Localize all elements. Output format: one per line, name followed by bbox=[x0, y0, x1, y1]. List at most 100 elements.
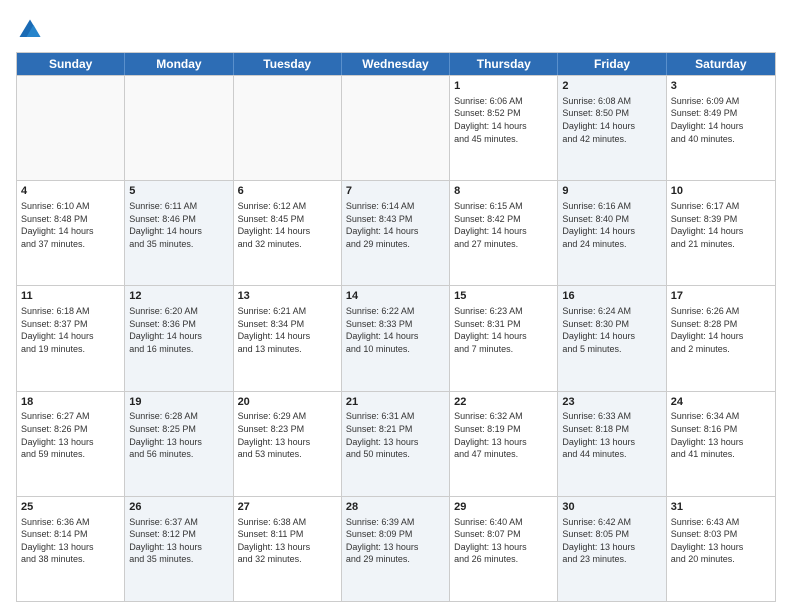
calendar-row-1: 4Sunrise: 6:10 AM Sunset: 8:48 PM Daylig… bbox=[17, 180, 775, 285]
cell-info-7: Sunrise: 6:14 AM Sunset: 8:43 PM Dayligh… bbox=[346, 200, 445, 250]
calendar-cell-26: 26Sunrise: 6:37 AM Sunset: 8:12 PM Dayli… bbox=[125, 497, 233, 601]
day-number-28: 28 bbox=[346, 500, 445, 515]
calendar-cell-23: 23Sunrise: 6:33 AM Sunset: 8:18 PM Dayli… bbox=[558, 392, 666, 496]
calendar-cell-9: 9Sunrise: 6:16 AM Sunset: 8:40 PM Daylig… bbox=[558, 181, 666, 285]
cell-info-28: Sunrise: 6:39 AM Sunset: 8:09 PM Dayligh… bbox=[346, 516, 445, 566]
day-number-15: 15 bbox=[454, 289, 553, 304]
day-number-24: 24 bbox=[671, 395, 771, 410]
calendar-cell-empty-0-3 bbox=[342, 76, 450, 180]
calendar-header: SundayMondayTuesdayWednesdayThursdayFrid… bbox=[17, 53, 775, 75]
calendar-cell-15: 15Sunrise: 6:23 AM Sunset: 8:31 PM Dayli… bbox=[450, 286, 558, 390]
cell-info-20: Sunrise: 6:29 AM Sunset: 8:23 PM Dayligh… bbox=[238, 410, 337, 460]
calendar-cell-2: 2Sunrise: 6:08 AM Sunset: 8:50 PM Daylig… bbox=[558, 76, 666, 180]
calendar-cell-empty-0-2 bbox=[234, 76, 342, 180]
cell-info-12: Sunrise: 6:20 AM Sunset: 8:36 PM Dayligh… bbox=[129, 305, 228, 355]
cell-info-8: Sunrise: 6:15 AM Sunset: 8:42 PM Dayligh… bbox=[454, 200, 553, 250]
cell-info-16: Sunrise: 6:24 AM Sunset: 8:30 PM Dayligh… bbox=[562, 305, 661, 355]
day-number-21: 21 bbox=[346, 395, 445, 410]
calendar-cell-4: 4Sunrise: 6:10 AM Sunset: 8:48 PM Daylig… bbox=[17, 181, 125, 285]
cell-info-27: Sunrise: 6:38 AM Sunset: 8:11 PM Dayligh… bbox=[238, 516, 337, 566]
day-number-3: 3 bbox=[671, 79, 771, 94]
day-number-14: 14 bbox=[346, 289, 445, 304]
logo-icon bbox=[16, 16, 44, 44]
calendar-cell-3: 3Sunrise: 6:09 AM Sunset: 8:49 PM Daylig… bbox=[667, 76, 775, 180]
day-number-1: 1 bbox=[454, 79, 553, 94]
day-number-5: 5 bbox=[129, 184, 228, 199]
cell-info-1: Sunrise: 6:06 AM Sunset: 8:52 PM Dayligh… bbox=[454, 95, 553, 145]
cell-info-5: Sunrise: 6:11 AM Sunset: 8:46 PM Dayligh… bbox=[129, 200, 228, 250]
header-monday: Monday bbox=[125, 53, 233, 75]
calendar-cell-18: 18Sunrise: 6:27 AM Sunset: 8:26 PM Dayli… bbox=[17, 392, 125, 496]
day-number-16: 16 bbox=[562, 289, 661, 304]
calendar-cell-7: 7Sunrise: 6:14 AM Sunset: 8:43 PM Daylig… bbox=[342, 181, 450, 285]
header-tuesday: Tuesday bbox=[234, 53, 342, 75]
cell-info-6: Sunrise: 6:12 AM Sunset: 8:45 PM Dayligh… bbox=[238, 200, 337, 250]
day-number-26: 26 bbox=[129, 500, 228, 515]
header-sunday: Sunday bbox=[17, 53, 125, 75]
cell-info-24: Sunrise: 6:34 AM Sunset: 8:16 PM Dayligh… bbox=[671, 410, 771, 460]
cell-info-17: Sunrise: 6:26 AM Sunset: 8:28 PM Dayligh… bbox=[671, 305, 771, 355]
calendar-cell-11: 11Sunrise: 6:18 AM Sunset: 8:37 PM Dayli… bbox=[17, 286, 125, 390]
header-thursday: Thursday bbox=[450, 53, 558, 75]
header-saturday: Saturday bbox=[667, 53, 775, 75]
day-number-17: 17 bbox=[671, 289, 771, 304]
day-number-9: 9 bbox=[562, 184, 661, 199]
calendar-row-4: 25Sunrise: 6:36 AM Sunset: 8:14 PM Dayli… bbox=[17, 496, 775, 601]
calendar-cell-31: 31Sunrise: 6:43 AM Sunset: 8:03 PM Dayli… bbox=[667, 497, 775, 601]
calendar-cell-24: 24Sunrise: 6:34 AM Sunset: 8:16 PM Dayli… bbox=[667, 392, 775, 496]
cell-info-22: Sunrise: 6:32 AM Sunset: 8:19 PM Dayligh… bbox=[454, 410, 553, 460]
cell-info-31: Sunrise: 6:43 AM Sunset: 8:03 PM Dayligh… bbox=[671, 516, 771, 566]
day-number-25: 25 bbox=[21, 500, 120, 515]
calendar-cell-28: 28Sunrise: 6:39 AM Sunset: 8:09 PM Dayli… bbox=[342, 497, 450, 601]
cell-info-11: Sunrise: 6:18 AM Sunset: 8:37 PM Dayligh… bbox=[21, 305, 120, 355]
calendar-row-0: 1Sunrise: 6:06 AM Sunset: 8:52 PM Daylig… bbox=[17, 75, 775, 180]
calendar-cell-1: 1Sunrise: 6:06 AM Sunset: 8:52 PM Daylig… bbox=[450, 76, 558, 180]
calendar-cell-5: 5Sunrise: 6:11 AM Sunset: 8:46 PM Daylig… bbox=[125, 181, 233, 285]
day-number-22: 22 bbox=[454, 395, 553, 410]
day-number-20: 20 bbox=[238, 395, 337, 410]
header-friday: Friday bbox=[558, 53, 666, 75]
logo bbox=[16, 16, 48, 44]
calendar: SundayMondayTuesdayWednesdayThursdayFrid… bbox=[16, 52, 776, 602]
calendar-cell-20: 20Sunrise: 6:29 AM Sunset: 8:23 PM Dayli… bbox=[234, 392, 342, 496]
cell-info-23: Sunrise: 6:33 AM Sunset: 8:18 PM Dayligh… bbox=[562, 410, 661, 460]
day-number-27: 27 bbox=[238, 500, 337, 515]
calendar-cell-6: 6Sunrise: 6:12 AM Sunset: 8:45 PM Daylig… bbox=[234, 181, 342, 285]
calendar-cell-22: 22Sunrise: 6:32 AM Sunset: 8:19 PM Dayli… bbox=[450, 392, 558, 496]
day-number-8: 8 bbox=[454, 184, 553, 199]
cell-info-25: Sunrise: 6:36 AM Sunset: 8:14 PM Dayligh… bbox=[21, 516, 120, 566]
cell-info-29: Sunrise: 6:40 AM Sunset: 8:07 PM Dayligh… bbox=[454, 516, 553, 566]
cell-info-3: Sunrise: 6:09 AM Sunset: 8:49 PM Dayligh… bbox=[671, 95, 771, 145]
day-number-6: 6 bbox=[238, 184, 337, 199]
calendar-cell-12: 12Sunrise: 6:20 AM Sunset: 8:36 PM Dayli… bbox=[125, 286, 233, 390]
cell-info-18: Sunrise: 6:27 AM Sunset: 8:26 PM Dayligh… bbox=[21, 410, 120, 460]
cell-info-26: Sunrise: 6:37 AM Sunset: 8:12 PM Dayligh… bbox=[129, 516, 228, 566]
cell-info-14: Sunrise: 6:22 AM Sunset: 8:33 PM Dayligh… bbox=[346, 305, 445, 355]
header bbox=[16, 16, 776, 44]
calendar-cell-16: 16Sunrise: 6:24 AM Sunset: 8:30 PM Dayli… bbox=[558, 286, 666, 390]
cell-info-9: Sunrise: 6:16 AM Sunset: 8:40 PM Dayligh… bbox=[562, 200, 661, 250]
calendar-cell-25: 25Sunrise: 6:36 AM Sunset: 8:14 PM Dayli… bbox=[17, 497, 125, 601]
day-number-10: 10 bbox=[671, 184, 771, 199]
header-wednesday: Wednesday bbox=[342, 53, 450, 75]
cell-info-30: Sunrise: 6:42 AM Sunset: 8:05 PM Dayligh… bbox=[562, 516, 661, 566]
cell-info-10: Sunrise: 6:17 AM Sunset: 8:39 PM Dayligh… bbox=[671, 200, 771, 250]
day-number-11: 11 bbox=[21, 289, 120, 304]
day-number-29: 29 bbox=[454, 500, 553, 515]
calendar-cell-30: 30Sunrise: 6:42 AM Sunset: 8:05 PM Dayli… bbox=[558, 497, 666, 601]
day-number-30: 30 bbox=[562, 500, 661, 515]
cell-info-13: Sunrise: 6:21 AM Sunset: 8:34 PM Dayligh… bbox=[238, 305, 337, 355]
cell-info-21: Sunrise: 6:31 AM Sunset: 8:21 PM Dayligh… bbox=[346, 410, 445, 460]
calendar-body: 1Sunrise: 6:06 AM Sunset: 8:52 PM Daylig… bbox=[17, 75, 775, 601]
page: SundayMondayTuesdayWednesdayThursdayFrid… bbox=[0, 0, 792, 612]
calendar-row-2: 11Sunrise: 6:18 AM Sunset: 8:37 PM Dayli… bbox=[17, 285, 775, 390]
cell-info-15: Sunrise: 6:23 AM Sunset: 8:31 PM Dayligh… bbox=[454, 305, 553, 355]
day-number-23: 23 bbox=[562, 395, 661, 410]
day-number-2: 2 bbox=[562, 79, 661, 94]
calendar-cell-21: 21Sunrise: 6:31 AM Sunset: 8:21 PM Dayli… bbox=[342, 392, 450, 496]
calendar-cell-13: 13Sunrise: 6:21 AM Sunset: 8:34 PM Dayli… bbox=[234, 286, 342, 390]
calendar-cell-17: 17Sunrise: 6:26 AM Sunset: 8:28 PM Dayli… bbox=[667, 286, 775, 390]
calendar-cell-8: 8Sunrise: 6:15 AM Sunset: 8:42 PM Daylig… bbox=[450, 181, 558, 285]
day-number-31: 31 bbox=[671, 500, 771, 515]
calendar-cell-27: 27Sunrise: 6:38 AM Sunset: 8:11 PM Dayli… bbox=[234, 497, 342, 601]
